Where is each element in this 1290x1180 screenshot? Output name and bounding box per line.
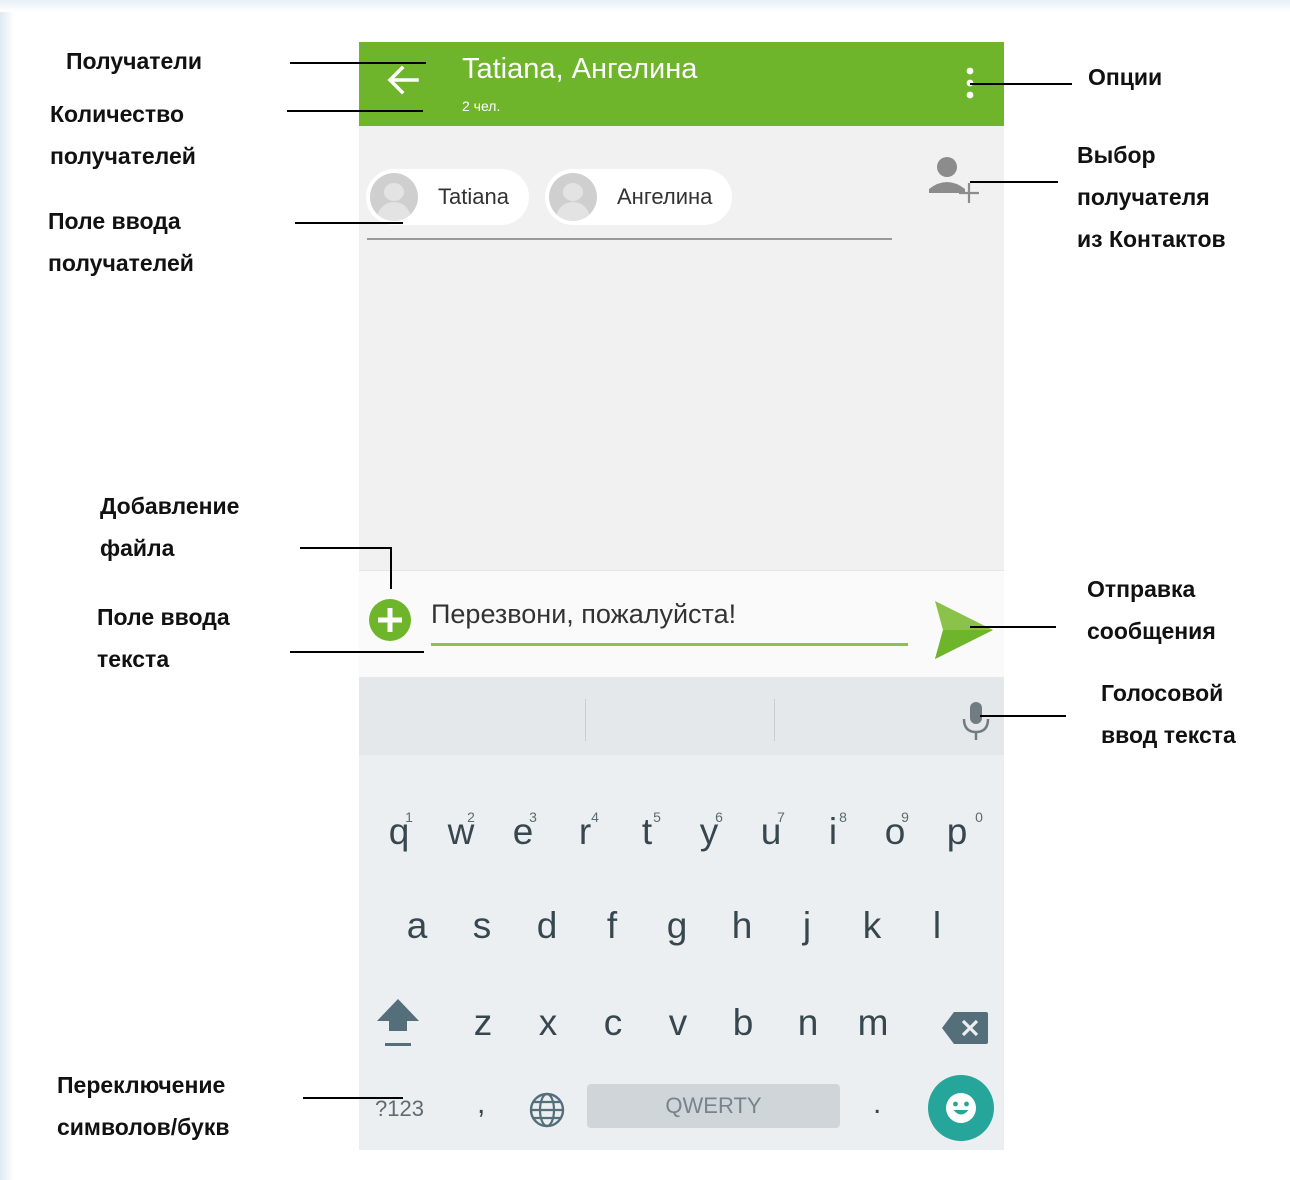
key-hint: 7 bbox=[777, 809, 785, 825]
shift-icon[interactable] bbox=[373, 995, 423, 1051]
recipient-chip[interactable]: Tatiana bbox=[366, 169, 529, 225]
period-key[interactable]: . bbox=[873, 1087, 881, 1121]
key-c[interactable]: c bbox=[581, 1002, 645, 1044]
callout-recipient-field: Поле ввода получателей bbox=[48, 208, 194, 276]
key-n[interactable]: n bbox=[776, 1002, 840, 1044]
backspace-icon[interactable] bbox=[942, 1012, 988, 1044]
leader-line bbox=[970, 626, 1056, 628]
person-add-icon[interactable] bbox=[927, 153, 979, 205]
compose-bar: Перезвони, пожалуйста! bbox=[359, 570, 1004, 678]
avatar bbox=[370, 173, 418, 221]
key-l[interactable]: l bbox=[905, 905, 969, 947]
leader-line bbox=[295, 222, 403, 224]
callout-recipient-count: Количество получателей bbox=[50, 101, 196, 169]
key-s[interactable]: s bbox=[450, 905, 514, 947]
arrow-left-icon[interactable] bbox=[383, 60, 423, 100]
key-a[interactable]: a bbox=[385, 905, 449, 947]
page-edge-top bbox=[0, 0, 1290, 12]
mic-icon[interactable] bbox=[959, 701, 993, 741]
key-hint: 1 bbox=[405, 809, 413, 825]
callout-switch-symbols: Переключение символов/букв bbox=[57, 1072, 230, 1140]
leader-line bbox=[290, 62, 426, 64]
key-d[interactable]: d bbox=[515, 905, 579, 947]
callout-recipients: Получатели bbox=[66, 48, 203, 74]
key-hint: 4 bbox=[591, 809, 599, 825]
leader-line bbox=[970, 83, 1072, 85]
leader-line bbox=[980, 715, 1066, 717]
page-edge-left bbox=[0, 0, 14, 1180]
emoji-key[interactable] bbox=[928, 1075, 994, 1141]
message-input-underline bbox=[431, 643, 908, 646]
leader-line bbox=[970, 181, 1058, 183]
leader-line bbox=[290, 651, 424, 653]
space-key[interactable]: QWERTY bbox=[587, 1084, 840, 1128]
recipient-chip-label: Tatiana bbox=[438, 184, 509, 209]
key-z[interactable]: z bbox=[451, 1002, 515, 1044]
suggestion-divider bbox=[774, 699, 775, 741]
key-b[interactable]: b bbox=[711, 1002, 775, 1044]
key-hint: 8 bbox=[839, 809, 847, 825]
callout-options: Опции bbox=[1088, 64, 1163, 90]
keyboard: q1w2e3r4t5y6u7i8o9p0 asdfghjkl zxcvbnm ?… bbox=[359, 677, 1004, 1150]
recipient-input-underline[interactable] bbox=[367, 238, 892, 240]
leader-line bbox=[300, 547, 392, 549]
leader-line bbox=[303, 1097, 403, 1099]
callout-voice-input: Голосовой ввод текста bbox=[1101, 680, 1236, 748]
callout-add-file: Добавление файла bbox=[100, 493, 240, 561]
suggestion-strip bbox=[359, 677, 1004, 755]
key-hint: 5 bbox=[653, 809, 661, 825]
app-bar: Tatiana, Ангелина 2 чел. bbox=[359, 42, 1004, 126]
recipient-area: Tatiana Ангелина bbox=[359, 126, 1004, 570]
key-h[interactable]: h bbox=[710, 905, 774, 947]
symbols-toggle-key[interactable]: ?123 bbox=[375, 1096, 424, 1122]
recipient-chip-label: Ангелина bbox=[617, 184, 713, 209]
phone-screen: Tatiana, Ангелина 2 чел. Tatiana Ангелин… bbox=[359, 42, 1004, 1150]
callout-text-field: Поле ввода текста bbox=[97, 604, 230, 672]
recipient-count: 2 чел. bbox=[462, 98, 501, 114]
suggestion-divider bbox=[585, 699, 586, 741]
globe-icon[interactable] bbox=[529, 1092, 565, 1128]
key-j[interactable]: j bbox=[775, 905, 839, 947]
comma-key[interactable]: , bbox=[477, 1087, 485, 1121]
callout-pick-from-contacts: Выбор получателя из Контактов bbox=[1077, 142, 1226, 252]
key-v[interactable]: v bbox=[646, 1002, 710, 1044]
avatar bbox=[549, 173, 597, 221]
key-hint: 2 bbox=[467, 809, 475, 825]
send-icon[interactable] bbox=[933, 599, 995, 661]
add-circle-icon[interactable] bbox=[368, 598, 412, 642]
key-x[interactable]: x bbox=[516, 1002, 580, 1044]
leader-line bbox=[287, 110, 423, 112]
key-f[interactable]: f bbox=[580, 905, 644, 947]
key-m[interactable]: m bbox=[841, 1002, 905, 1044]
conversation-title: Tatiana, Ангелина bbox=[462, 53, 698, 85]
leader-line bbox=[390, 547, 392, 589]
key-hint: 0 bbox=[975, 809, 983, 825]
message-input[interactable]: Перезвони, пожалуйста! bbox=[431, 599, 736, 630]
key-k[interactable]: k bbox=[840, 905, 904, 947]
emoji-icon bbox=[946, 1093, 976, 1123]
key-hint: 3 bbox=[529, 809, 537, 825]
callout-send-message: Отправка сообщения bbox=[1087, 576, 1216, 644]
key-hint: 9 bbox=[901, 809, 909, 825]
key-hint: 6 bbox=[715, 809, 723, 825]
recipient-chip[interactable]: Ангелина bbox=[545, 169, 733, 225]
key-g[interactable]: g bbox=[645, 905, 709, 947]
